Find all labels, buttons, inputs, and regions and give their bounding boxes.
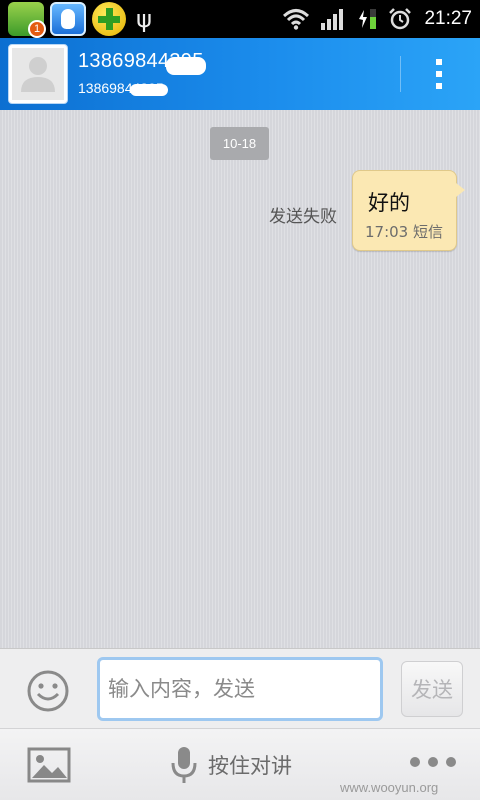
redaction-mark [130,84,168,96]
outgoing-message-bubble[interactable]: 好的 17:03 短信 [352,170,465,251]
microphone-icon [171,747,197,783]
date-separator: 10-18 [210,127,269,160]
notification-icons: 1 ψ [8,2,156,38]
message-list[interactable]: 10-18 发送失败 好的 17:03 短信 [0,110,480,648]
contact-avatar[interactable] [8,44,68,104]
send-failed-status[interactable]: 发送失败 [269,202,337,227]
default-person-icon [21,57,55,92]
clover-app-icon: 1 [8,2,46,38]
message-time: 17:03 [365,223,409,241]
more-options-button[interactable] [410,757,456,771]
message-meta: 17:03 短信 [365,221,443,242]
usb-icon: ψ [136,5,152,33]
system-indicators: 21:27 [282,0,472,38]
status-bar: 1 ψ 21:27 [0,0,480,38]
menu-dot [436,71,442,77]
menu-dot [436,59,442,65]
battery-charging-icon [359,9,377,29]
menu-dot [436,83,442,89]
push-to-talk-button[interactable]: 按住对讲 [170,743,292,787]
compose-bar: 发送 [0,648,480,728]
redaction-mark [166,57,206,75]
notification-badge: 1 [28,20,46,38]
more-dot [446,757,456,767]
send-button[interactable]: 发送 [401,661,463,717]
conversation-header: 13869844395 13869844395 [0,38,480,110]
message-text: 好的 [368,191,410,215]
qq-icon [50,2,86,36]
emoji-icon[interactable] [26,669,70,713]
push-to-talk-label: 按住对讲 [208,754,292,778]
header-divider [400,56,401,92]
more-dot [410,757,420,767]
signal-icon [321,9,344,30]
message-input[interactable] [97,657,383,721]
wifi-icon [283,9,310,30]
plus-app-icon [92,2,126,36]
alarm-icon [389,8,412,30]
more-dot [428,757,438,767]
image-icon[interactable] [27,747,71,783]
watermark: www.wooyun.org [340,780,439,795]
message-channel: 短信 [413,223,444,241]
clock: 21:27 [424,8,472,29]
overflow-menu-button[interactable] [424,52,454,96]
